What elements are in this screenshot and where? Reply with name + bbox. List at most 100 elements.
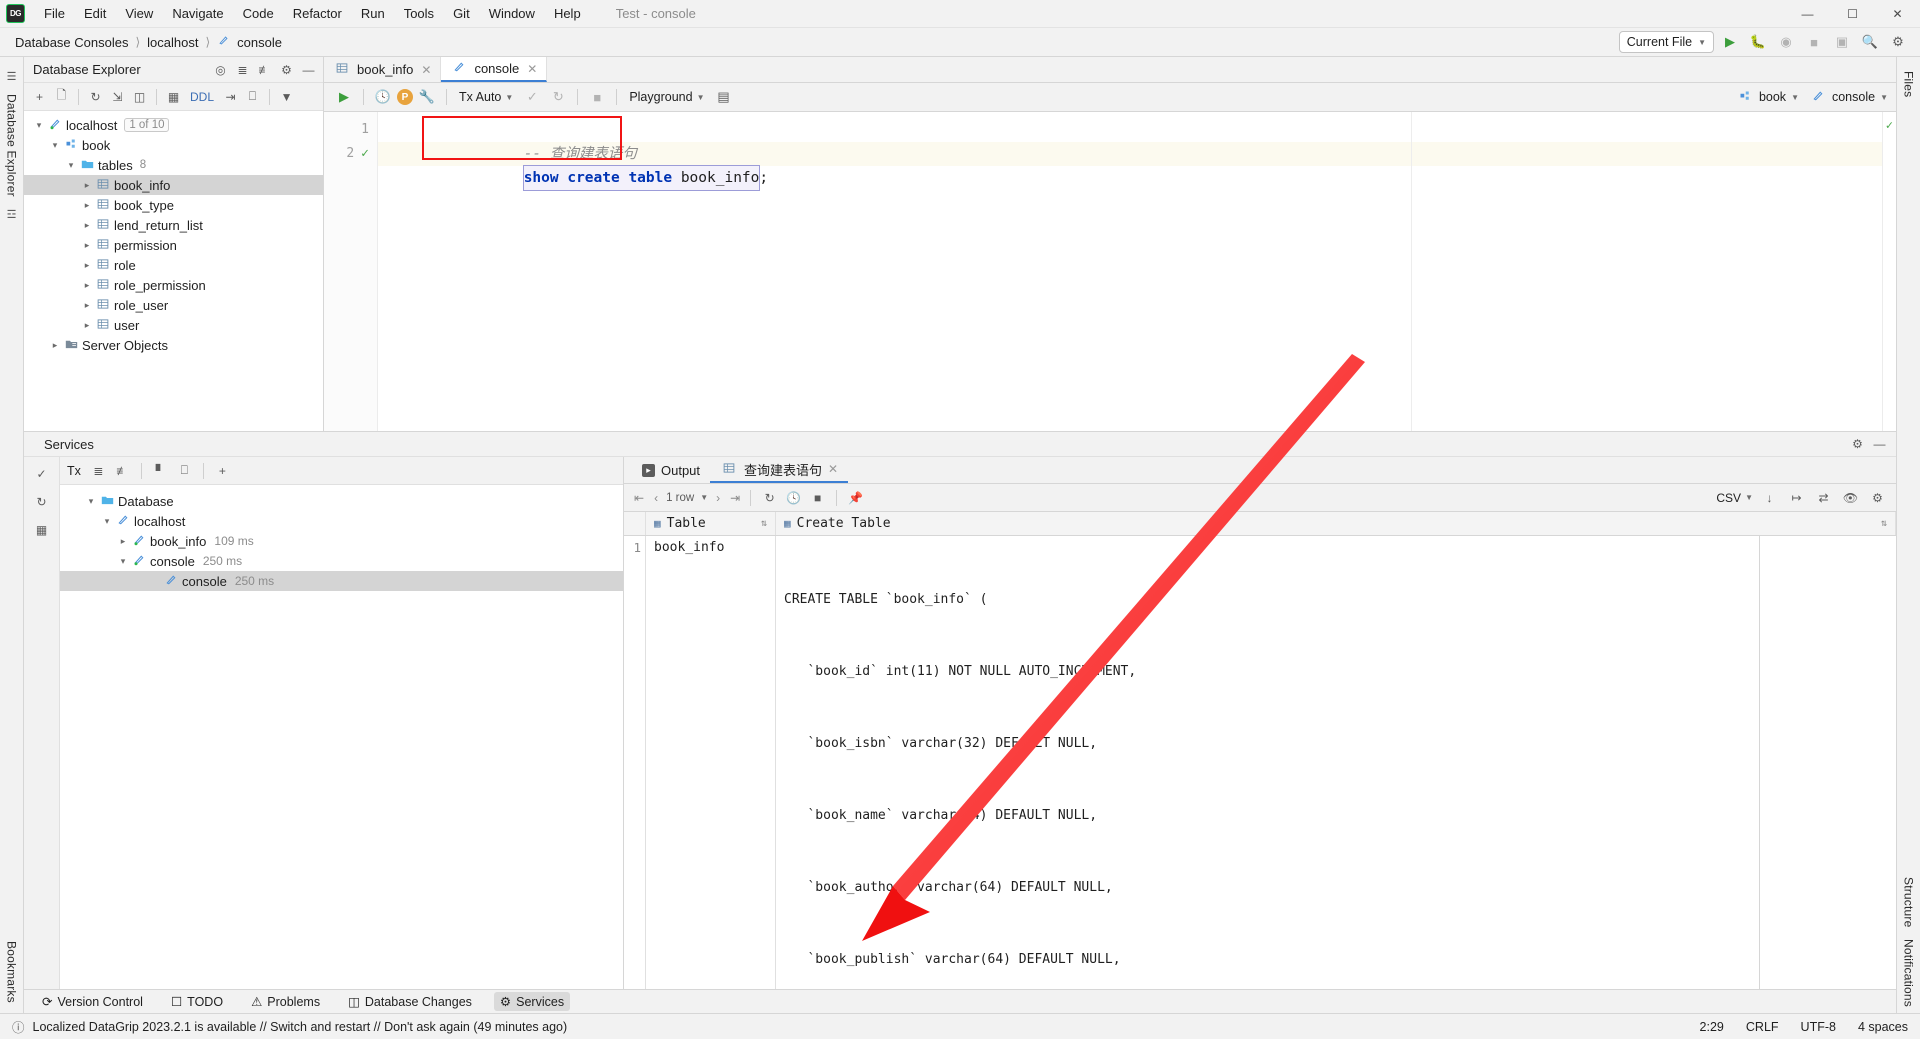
- tree-node-user[interactable]: ▸ user: [24, 315, 323, 335]
- search-icon[interactable]: 🔍: [1858, 31, 1882, 53]
- datasource-selector[interactable]: book ▼: [1736, 90, 1799, 105]
- tree-node-role_permission[interactable]: ▸ role_permission: [24, 275, 323, 295]
- jump-to-icon[interactable]: ⇥: [220, 87, 241, 107]
- console-selector[interactable]: console ▼: [1809, 90, 1888, 105]
- wrench-icon[interactable]: 🔧: [415, 86, 439, 108]
- tree-node-book[interactable]: ▾ book: [24, 135, 323, 155]
- menu-git[interactable]: Git: [444, 3, 479, 24]
- import-icon[interactable]: ↦: [1786, 488, 1807, 508]
- sort-icon[interactable]: ⇅: [1881, 518, 1887, 529]
- code-editor[interactable]: 1 2 ✓ -- 查询建表语句 show: [324, 112, 1896, 431]
- rail-label-files[interactable]: Files: [1902, 65, 1916, 103]
- editor-inspection-rail[interactable]: ✓: [1882, 112, 1896, 431]
- menu-window[interactable]: Window: [480, 3, 544, 24]
- chevron-right-icon[interactable]: ▸: [80, 260, 94, 271]
- add-icon[interactable]: +: [29, 87, 50, 107]
- chevron-down-icon[interactable]: ▾: [84, 496, 98, 507]
- menu-run[interactable]: Run: [352, 3, 394, 24]
- tree-node-localhost[interactable]: ▾ localhost 1 of 10: [24, 115, 323, 135]
- run-configuration-selector[interactable]: Current File ▼: [1619, 31, 1714, 53]
- toolwindow-todo[interactable]: ☐ TODO: [165, 992, 229, 1011]
- tree-node-server-objects[interactable]: ▸ Server Objects: [24, 335, 323, 355]
- toolwindow-services[interactable]: ⚙ Services: [494, 992, 570, 1011]
- chevron-down-icon[interactable]: ▼: [700, 493, 708, 502]
- chevron-right-icon[interactable]: ▸: [80, 220, 94, 231]
- gear-icon[interactable]: ⚙: [1867, 488, 1888, 508]
- tree-node-role_user[interactable]: ▸ role_user: [24, 295, 323, 315]
- chevron-right-icon[interactable]: ▸: [116, 536, 130, 547]
- parameters-icon[interactable]: P: [397, 89, 413, 105]
- next-page-icon[interactable]: ›: [714, 491, 722, 505]
- line-separator[interactable]: CRLF: [1746, 1020, 1779, 1034]
- tab-book_info[interactable]: book_info ✕: [324, 57, 441, 82]
- menu-refactor[interactable]: Refactor: [284, 3, 351, 24]
- locate-icon[interactable]: ◎: [210, 60, 231, 80]
- menu-edit[interactable]: Edit: [75, 3, 115, 24]
- run-icon[interactable]: ▶: [1718, 31, 1742, 53]
- result-grid[interactable]: ▦ Table ⇅ ▦ Create Table ⇅ 1: [624, 512, 1896, 989]
- indent-setting[interactable]: 4 spaces: [1858, 1020, 1908, 1034]
- copy-icon[interactable]: 🗋: [51, 87, 72, 107]
- stop-icon[interactable]: ■: [585, 86, 609, 108]
- rail-label-database-explorer[interactable]: Database Explorer: [5, 88, 19, 203]
- cell-create-table[interactable]: CREATE TABLE `book_info` ( `book_id` int…: [776, 536, 1896, 989]
- stop-icon[interactable]: ▣: [1830, 31, 1854, 53]
- rail-label-notifications[interactable]: Notifications: [1902, 933, 1916, 1013]
- tab-console[interactable]: console ✕: [441, 57, 547, 82]
- close-icon[interactable]: ✕: [421, 63, 431, 77]
- menu-help[interactable]: Help: [545, 3, 590, 24]
- pin-icon[interactable]: 📌: [845, 488, 866, 508]
- tree-node-tables[interactable]: ▾ tables 8: [24, 155, 323, 175]
- tab-output[interactable]: ▸ Output: [632, 457, 710, 483]
- menu-view[interactable]: View: [116, 3, 162, 24]
- close-icon[interactable]: ✕: [1875, 0, 1920, 28]
- table-editor-icon[interactable]: ▦: [163, 87, 184, 107]
- expand-all-icon[interactable]: ≣: [88, 461, 109, 481]
- filter-icon[interactable]: ▼: [276, 87, 297, 107]
- chevron-right-icon[interactable]: ▸: [80, 280, 94, 291]
- query-console-icon[interactable]: ⎕: [242, 87, 263, 107]
- menu-tools[interactable]: Tools: [395, 3, 443, 24]
- maximize-icon[interactable]: ☐: [1830, 0, 1875, 28]
- result-grid-body[interactable]: 1 book_info CREATE TABLE `book_info` ( `…: [624, 536, 1896, 989]
- add-icon[interactable]: +: [212, 461, 233, 481]
- caret-position[interactable]: 2:29: [1700, 1020, 1724, 1034]
- status-message[interactable]: Localized DataGrip 2023.2.1 is available…: [33, 1020, 568, 1034]
- toolwindow-version-control[interactable]: ⟳ Version Control: [36, 992, 149, 1011]
- chevron-down-icon[interactable]: ▾: [64, 160, 78, 171]
- profile-icon[interactable]: ■: [1802, 31, 1826, 53]
- first-page-icon[interactable]: ⇤: [632, 491, 646, 505]
- toolwindow-problems[interactable]: ⚠ Problems: [245, 992, 326, 1011]
- file-encoding[interactable]: UTF-8: [1801, 1020, 1836, 1034]
- grid-settings-icon[interactable]: ▤: [711, 86, 735, 108]
- chevron-right-icon[interactable]: ▸: [48, 340, 62, 351]
- hide-panel-icon[interactable]: —: [1869, 434, 1890, 454]
- collapse-all-icon[interactable]: ≢: [112, 461, 133, 481]
- cell-table-name[interactable]: book_info: [646, 536, 776, 989]
- schema-selector[interactable]: Playground ▼: [624, 90, 709, 104]
- services-node-console-child[interactable]: console 250 ms: [60, 571, 623, 591]
- stop-icon[interactable]: ■: [807, 488, 828, 508]
- rollback-icon[interactable]: ↻: [30, 491, 54, 513]
- minimize-icon[interactable]: —: [1785, 0, 1830, 28]
- close-icon[interactable]: ✕: [527, 62, 537, 76]
- tree-node-book_info[interactable]: ▸ book_info: [24, 175, 323, 195]
- rail-label-structure[interactable]: Structure: [1902, 871, 1916, 934]
- services-node-console[interactable]: ▾ console 250 ms: [60, 551, 623, 571]
- chevron-right-icon[interactable]: ▸: [80, 200, 94, 211]
- chevron-down-icon[interactable]: ▾: [48, 140, 62, 151]
- menu-code[interactable]: Code: [234, 3, 283, 24]
- column-header-table[interactable]: ▦ Table ⇅: [646, 512, 776, 535]
- menu-navigate[interactable]: Navigate: [163, 3, 232, 24]
- transaction-mode-selector[interactable]: Tx Auto ▼: [454, 90, 518, 104]
- execute-icon[interactable]: ▶: [332, 86, 356, 108]
- refresh-icon[interactable]: ↻: [759, 488, 780, 508]
- tree-node-lend_return_list[interactable]: ▸ lend_return_list: [24, 215, 323, 235]
- tab-result-set[interactable]: 查询建表语句 ✕: [710, 457, 848, 483]
- column-header-create-table[interactable]: ▦ Create Table ⇅: [776, 512, 1896, 535]
- chevron-down-icon[interactable]: ▾: [100, 516, 114, 527]
- collapse-all-icon[interactable]: ≢: [254, 60, 275, 80]
- gear-icon[interactable]: ⚙: [1847, 434, 1868, 454]
- group-icon[interactable]: ▘: [150, 461, 171, 481]
- run-with-coverage-icon[interactable]: ◉: [1774, 31, 1798, 53]
